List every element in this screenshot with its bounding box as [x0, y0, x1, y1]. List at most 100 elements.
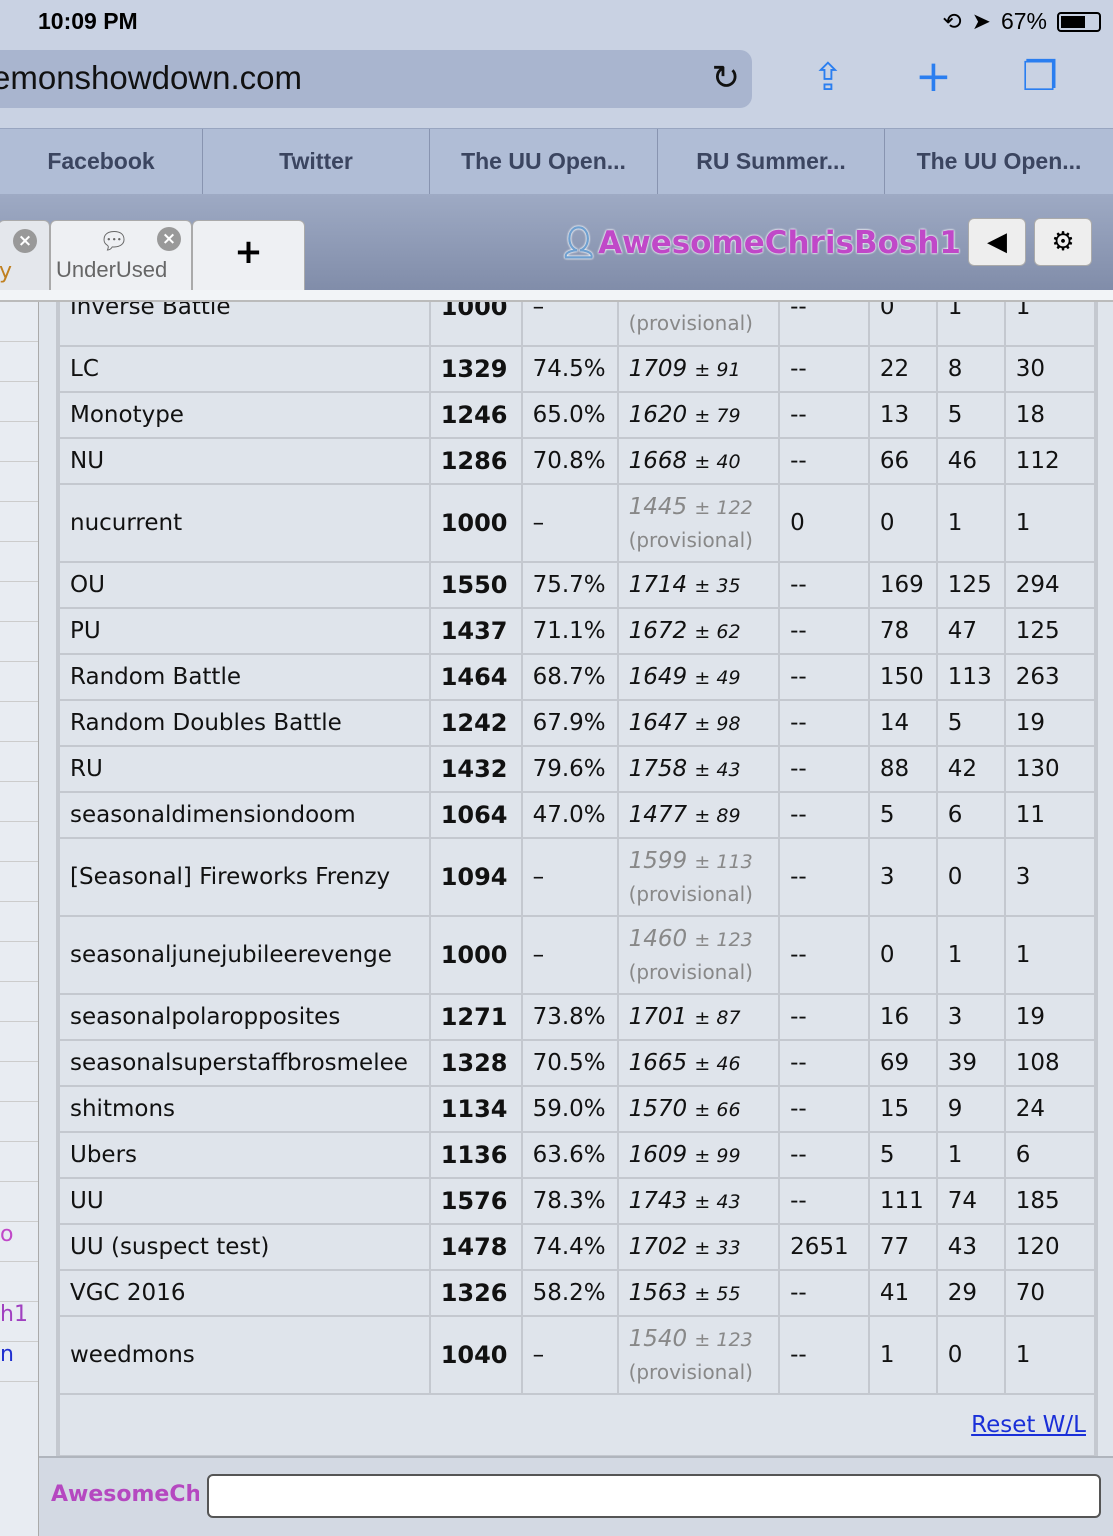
- userlist-item[interactable]: [0, 742, 38, 782]
- userlist-item[interactable]: [0, 622, 38, 662]
- ladder-table: Inverse Battle 1000– (provisional) -- 0 1 1 LC 1…: [58, 302, 1099, 1456]
- bookmark-facebook[interactable]: Facebook: [0, 129, 203, 194]
- close-icon[interactable]: ×: [157, 227, 181, 251]
- bookmark-uu-open[interactable]: The UU Open...: [430, 129, 658, 194]
- ladder-row: nucurrent 1000–1445 ± 122 (provisional) 0 0 1…: [58, 483, 1099, 563]
- username: AwesomeChrisBosh1: [598, 225, 961, 261]
- userlist-item[interactable]: [0, 1182, 38, 1222]
- format-cell: shitmons: [58, 1085, 431, 1133]
- glicko-cell: 1672 ± 62: [616, 607, 781, 655]
- userlist-item[interactable]: [0, 502, 38, 542]
- userlist-item[interactable]: [0, 582, 38, 622]
- userlist-item[interactable]: o: [0, 1222, 38, 1262]
- bookmark-uu-open-2[interactable]: The UU Open...: [885, 129, 1113, 194]
- room-tab-underused[interactable]: 💬︎ × UnderUsed: [50, 220, 192, 292]
- wins-cell: 111: [867, 1177, 938, 1225]
- new-tab-icon[interactable]: +: [915, 52, 952, 102]
- gxe-cell: 73.8%: [520, 993, 619, 1041]
- userlist-item[interactable]: h1: [0, 1302, 38, 1342]
- coil-cell: --: [778, 1177, 870, 1225]
- glicko-cell: 1460 ± 123 (provisional): [616, 915, 781, 995]
- userlist-item[interactable]: [0, 902, 38, 942]
- glicko-deviation: ± 122: [694, 496, 753, 519]
- ladder-row: Inverse Battle 1000– (provisional) -- 0 1 1: [58, 302, 1099, 347]
- userlist-item[interactable]: [0, 1022, 38, 1062]
- userlist-item[interactable]: [0, 342, 38, 382]
- userlist-item[interactable]: [0, 542, 38, 582]
- userlist-item[interactable]: [0, 662, 38, 702]
- userlist-item[interactable]: [0, 982, 38, 1022]
- total-cell: 130: [1003, 745, 1099, 793]
- glicko-cell: 1570 ± 66: [616, 1085, 781, 1133]
- provisional-label: (provisional): [628, 959, 753, 984]
- coil-cell: --: [778, 302, 870, 347]
- reset-wl-link[interactable]: Reset W/L: [971, 1412, 1086, 1438]
- userlist-item[interactable]: [0, 422, 38, 462]
- elo-cell: 1000: [428, 915, 523, 995]
- userlist-item[interactable]: n: [0, 1342, 38, 1382]
- wins-cell: 0: [867, 483, 938, 563]
- total-cell: 263: [1003, 653, 1099, 701]
- coil-cell: 2651: [778, 1223, 870, 1271]
- losses-cell: 1: [935, 915, 1006, 995]
- total-cell: 1: [1003, 1315, 1099, 1395]
- userlist-item[interactable]: [0, 782, 38, 822]
- coil-cell: --: [778, 345, 870, 393]
- sound-button[interactable]: ◀: [968, 218, 1026, 266]
- userlist-item[interactable]: [0, 462, 38, 502]
- showdown-header: × y 💬︎ × UnderUsed + 👤︎AwesomeChrisBosh1…: [0, 194, 1113, 302]
- settings-button[interactable]: ⚙: [1034, 218, 1092, 266]
- glicko-cell: 1702 ± 33: [616, 1223, 781, 1271]
- elo-cell: 1040: [428, 1315, 523, 1395]
- ladder-row: RU 1432 79.6% 1758 ± 43 -- 88 42 130: [58, 745, 1099, 793]
- gxe-cell: 68.7%: [520, 653, 619, 701]
- losses-cell: 74: [935, 1177, 1006, 1225]
- wins-cell: 15: [867, 1085, 938, 1133]
- userlist-item[interactable]: [0, 1262, 38, 1302]
- wins-cell: 78: [867, 607, 938, 655]
- userlist-item[interactable]: [0, 382, 38, 422]
- userlist-item[interactable]: [0, 862, 38, 902]
- glicko-cell: 1668 ± 40: [616, 437, 781, 485]
- share-icon[interactable]: ⇪: [812, 52, 844, 102]
- format-cell: seasonalsuperstaffbrosmelee: [58, 1039, 431, 1087]
- user-icon: 👤︎: [558, 225, 599, 261]
- glicko-deviation: ± 49: [694, 667, 741, 689]
- userlist-item[interactable]: [0, 302, 38, 342]
- tabs-icon[interactable]: ❐: [1022, 52, 1058, 102]
- wins-cell: 0: [867, 915, 938, 995]
- total-cell: 1: [1003, 483, 1099, 563]
- format-cell: PU: [58, 607, 431, 655]
- bookmark-twitter[interactable]: Twitter: [203, 129, 430, 194]
- userlist-item[interactable]: [0, 1102, 38, 1142]
- reload-icon[interactable]: ↻: [712, 58, 741, 98]
- gxe-cell: 47.0%: [520, 791, 619, 839]
- bookmark-ru-summer[interactable]: RU Summer...: [658, 129, 885, 194]
- userlist-item[interactable]: [0, 1062, 38, 1102]
- glicko-cell: 1540 ± 123 (provisional): [616, 1315, 781, 1395]
- address-bar[interactable]: emonshowdown.com ↻: [0, 50, 752, 108]
- glicko-rating: 1599: [628, 847, 688, 874]
- total-cell: 24: [1003, 1085, 1099, 1133]
- losses-cell: 1: [935, 483, 1006, 563]
- add-tab-button[interactable]: +: [192, 220, 305, 290]
- userlist-item[interactable]: [0, 942, 38, 982]
- userlist-item[interactable]: [0, 822, 38, 862]
- losses-cell: 6: [935, 791, 1006, 839]
- glicko-cell: 1599 ± 113 (provisional): [616, 837, 781, 917]
- gxe-cell: 71.1%: [520, 607, 619, 655]
- userlist-item[interactable]: [0, 702, 38, 742]
- provisional-label: (provisional): [628, 881, 753, 906]
- gxe-cell: 63.6%: [520, 1131, 619, 1179]
- glicko-rating: 1714: [628, 572, 688, 598]
- close-icon[interactable]: ×: [13, 229, 37, 253]
- ladder-row: VGC 2016 1326 58.2% 1563 ± 55 -- 41 29 70: [58, 1269, 1099, 1317]
- glicko-rating: 1460: [628, 925, 688, 952]
- glicko-deviation: ± 113: [694, 850, 753, 873]
- glicko-rating: 1570: [628, 1096, 688, 1122]
- chat-input[interactable]: [207, 1474, 1101, 1518]
- glicko-deviation: ± 123: [694, 1328, 753, 1351]
- user-button[interactable]: 👤︎AwesomeChrisBosh1: [559, 224, 961, 261]
- userlist-item[interactable]: [0, 1142, 38, 1182]
- room-tab-previous[interactable]: × y: [0, 220, 50, 290]
